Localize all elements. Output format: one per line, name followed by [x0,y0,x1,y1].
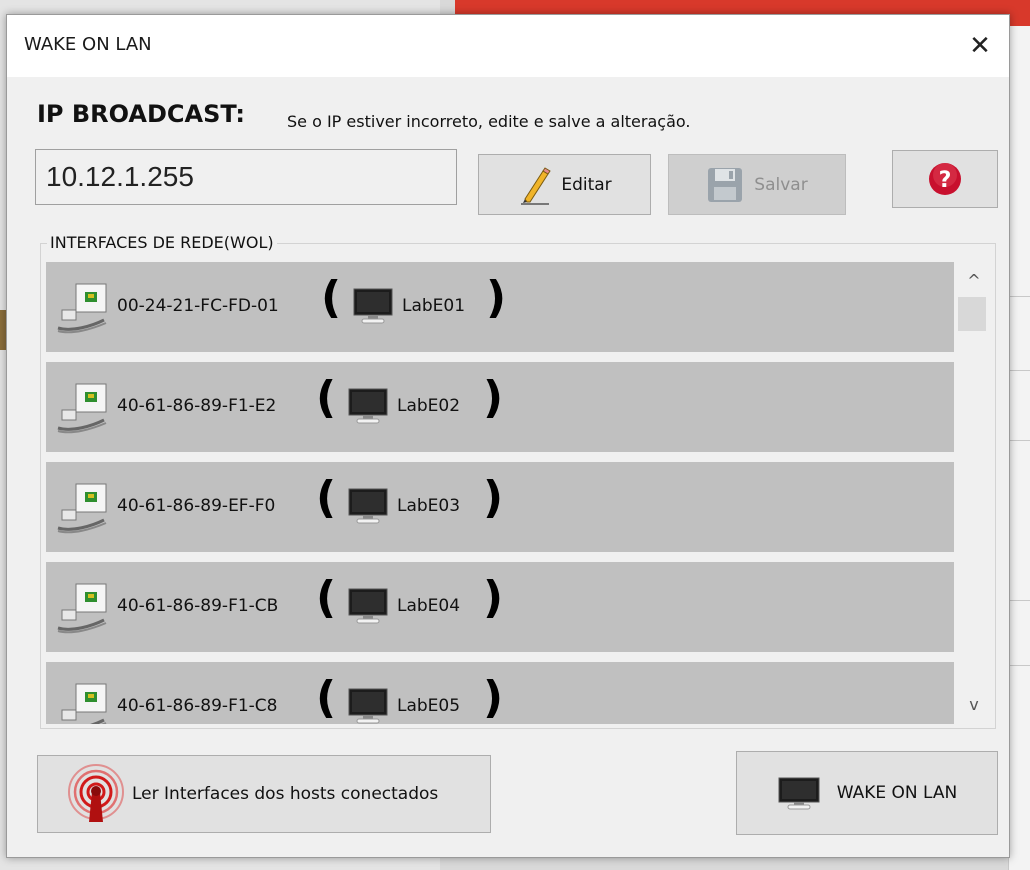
wake-on-lan-label: WAKE ON LAN [836,783,958,803]
background-divider [1008,665,1030,666]
background-window-right [1008,26,1030,870]
edit-button[interactable]: Editar [478,154,651,215]
svg-text:?: ? [939,168,952,193]
monitor-icon [353,288,393,324]
open-paren: ( [316,472,337,523]
antenna-signal-icon [68,764,124,822]
background-divider [1008,370,1030,371]
interface-row[interactable]: 00-24-21-FC-FD-01 ( LabE01 ) [46,262,954,352]
interfaces-scrollbar[interactable] [954,262,994,724]
background-divider [1008,440,1030,441]
close-button[interactable]: ✕ [963,29,997,63]
monitor-icon [348,488,388,524]
scroll-thumb[interactable] [958,297,986,331]
open-paren: ( [321,272,342,323]
close-paren: ) [483,572,504,623]
monitor-icon [778,777,820,810]
save-button-label: Salvar [754,174,808,195]
ip-broadcast-hint: Se o IP estiver incorreto, edite e salve… [287,112,691,131]
ip-broadcast-input[interactable] [35,149,457,205]
help-button[interactable]: ? [892,150,998,208]
edit-button-label: Editar [561,174,612,195]
open-paren: ( [316,672,337,723]
host-name: LabE03 [397,496,461,516]
mac-address: 40-61-86-89-EF-F0 [117,496,276,516]
dialog-title: WAKE ON LAN [24,34,152,55]
close-paren: ) [483,672,504,723]
ip-broadcast-heading: IP BROADCAST: [37,100,246,128]
floppy-disk-icon [708,167,743,202]
interface-row[interactable]: 40-61-86-89-F1-E2 ( LabE02 ) [46,362,954,452]
background-divider [1008,296,1030,297]
open-paren: ( [316,572,337,623]
mac-address: 40-61-86-89-F1-CB [117,596,279,616]
host-name: LabE05 [397,696,461,716]
network-port-icon [57,383,107,434]
network-port-icon [57,483,107,534]
interface-row[interactable]: 40-61-86-89-EF-F0 ( LabE03 ) [46,462,954,552]
pencil-icon [521,166,552,205]
close-paren: ) [483,372,504,423]
monitor-icon [348,388,388,424]
wake-on-lan-button[interactable]: WAKE ON LAN [736,751,998,835]
save-button[interactable]: Salvar [668,154,846,215]
read-interfaces-button[interactable]: Ler Interfaces dos hosts conectados [37,755,491,833]
network-port-icon [57,583,107,634]
host-name: LabE02 [397,396,461,416]
scroll-up-arrow-icon[interactable]: ^ [954,271,994,291]
host-name: LabE01 [402,296,466,316]
network-port-icon [57,283,107,334]
host-name: LabE04 [397,596,461,616]
wake-on-lan-dialog: WAKE ON LAN ✕ IP BROADCAST: Se o IP esti… [6,14,1010,858]
monitor-icon [348,588,388,624]
read-interfaces-label: Ler Interfaces dos hosts conectados [132,784,439,804]
monitor-icon [348,688,388,724]
close-paren: ) [486,272,507,323]
help-icon: ? [929,163,961,195]
open-paren: ( [316,372,337,423]
interfaces-group-label: INTERFACES DE REDE(WOL) [47,233,277,252]
network-port-icon [61,683,107,724]
mac-address: 00-24-21-FC-FD-01 [117,296,279,316]
interfaces-list[interactable]: 00-24-21-FC-FD-01 ( LabE01 ) 40-61-86-89… [46,262,954,724]
mac-address: 40-61-86-89-F1-E2 [117,396,277,416]
background-divider [1008,600,1030,601]
interface-row[interactable]: 40-61-86-89-F1-CB ( LabE04 ) [46,562,954,652]
interface-row[interactable]: 40-61-86-89-F1-C8 ( LabE05 ) [46,662,954,724]
close-paren: ) [483,472,504,523]
title-bar: WAKE ON LAN ✕ [7,15,1009,77]
mac-address: 40-61-86-89-F1-C8 [117,696,278,716]
scroll-down-arrow-icon[interactable]: v [954,695,994,715]
